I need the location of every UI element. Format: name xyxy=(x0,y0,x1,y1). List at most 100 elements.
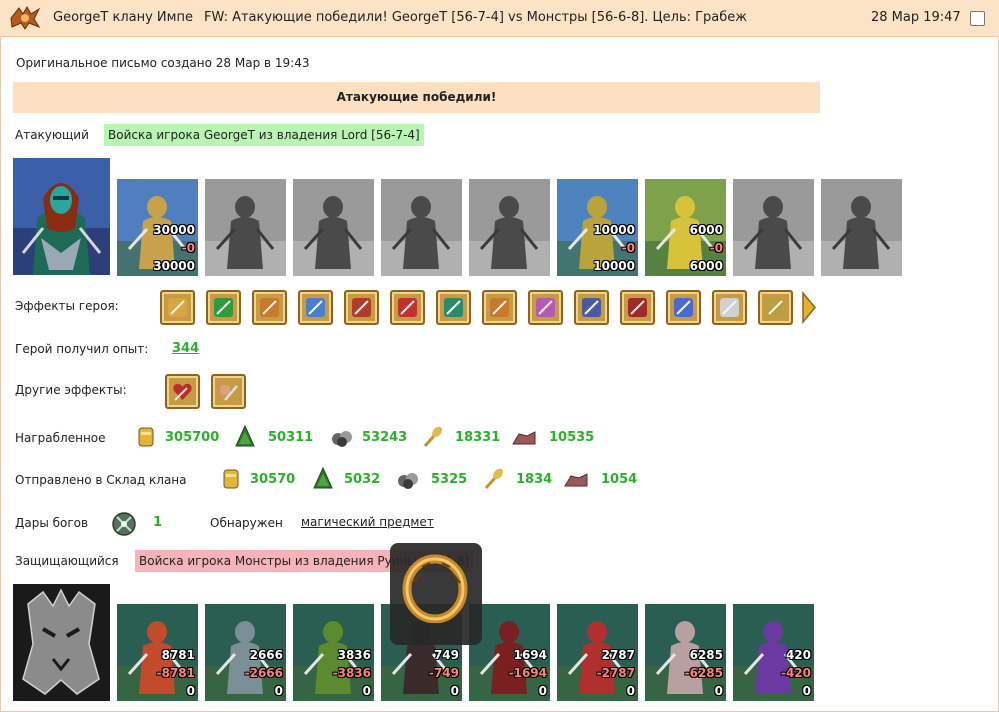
unit-remaining: 0 xyxy=(362,684,371,698)
unit-count: 3836 xyxy=(337,648,371,662)
castle-icon[interactable] xyxy=(344,290,379,325)
gods-gifts-value: 1 xyxy=(153,515,163,530)
heart-sword-icon[interactable] xyxy=(165,374,200,409)
message-time: 28 Мар 19:47 xyxy=(871,10,961,25)
unit-remaining: 0 xyxy=(450,684,459,698)
resource-value: 5032 xyxy=(344,472,381,487)
defender-unit-slot[interactable]: 6285 -6285 0 xyxy=(645,604,726,701)
fist-sword-icon[interactable] xyxy=(211,374,246,409)
attacker-unit-slot[interactable]: 6000 -0 6000 xyxy=(645,179,726,276)
message-header[interactable]: GeorgeT клану Импе FW: Атакующие победил… xyxy=(0,0,999,37)
wood-icon xyxy=(235,424,255,447)
ring-icon[interactable] xyxy=(666,290,701,325)
resource-value: 10535 xyxy=(549,430,595,445)
gold-icon xyxy=(223,469,239,489)
attacker-unit-slot[interactable] xyxy=(469,179,550,276)
unit-count: 420 xyxy=(785,648,811,662)
unit-count: 10000 xyxy=(593,223,635,237)
attacker-hero-portrait[interactable] xyxy=(13,158,110,275)
unit-remaining: 0 xyxy=(274,684,283,698)
gold-ring-icon xyxy=(402,554,468,623)
result-banner: Атакующие победили! xyxy=(13,82,820,113)
unit-remaining: 30000 xyxy=(153,259,195,273)
attacker-label: Атакующий xyxy=(15,128,89,142)
select-checkbox[interactable] xyxy=(970,11,985,26)
unit-loss: -8781 xyxy=(156,666,195,680)
attacker-unit-slot[interactable] xyxy=(205,179,286,276)
magic-hand-icon[interactable] xyxy=(298,290,333,325)
stone-icon xyxy=(564,473,588,487)
unit-count: 6000 xyxy=(689,223,723,237)
dice-icon[interactable] xyxy=(390,290,425,325)
unit-loss: -420 xyxy=(780,666,811,680)
amulet-icon[interactable] xyxy=(574,290,609,325)
unit-count: 6285 xyxy=(689,648,723,662)
scroll-right-arrow-icon[interactable] xyxy=(801,290,817,325)
attacker-unit-slot[interactable]: 30000 -0 30000 xyxy=(117,179,198,276)
ore-icon xyxy=(332,431,352,447)
unit-loss: -1694 xyxy=(508,666,547,680)
attacker-unit-slot[interactable] xyxy=(381,179,462,276)
message-subject[interactable]: FW: Атакующие победили! GeorgeT [56-7-4]… xyxy=(204,10,747,25)
hero-effects-label: Эффекты героя: xyxy=(15,299,119,313)
unit-remaining: 0 xyxy=(538,684,547,698)
unit-loss: -6285 xyxy=(684,666,723,680)
resource-value: 1054 xyxy=(601,472,638,487)
unit-count: 8781 xyxy=(161,648,195,662)
attacker-unit-slot[interactable] xyxy=(821,179,902,276)
attacker-army-tag[interactable]: Войска игрока GeorgeT из владения Lord [… xyxy=(104,124,424,146)
wheat-icon xyxy=(484,468,504,489)
experience-value-link[interactable]: 344 xyxy=(172,341,199,356)
defender-unit-slot[interactable]: 3836 -3836 0 xyxy=(293,604,374,701)
wizard-icon[interactable] xyxy=(528,290,563,325)
unit-loss: -0 xyxy=(621,241,635,255)
resource-value: 18331 xyxy=(455,430,501,445)
clan-crest-icon xyxy=(10,5,41,30)
unit-loss: -0 xyxy=(181,241,195,255)
crystal-icon xyxy=(112,512,136,536)
clan-store-label: Отправлено в Склад клана xyxy=(15,473,187,487)
handshake-sword-icon[interactable] xyxy=(252,290,287,325)
dagger-icon[interactable] xyxy=(758,290,793,325)
scroll-icon[interactable] xyxy=(712,290,747,325)
gods-gifts-label: Дары богов xyxy=(15,516,89,530)
item-tooltip xyxy=(390,543,482,645)
ore-icon xyxy=(398,473,418,489)
original-note: Оригинальное письмо создано 28 Мар в 19:… xyxy=(16,56,310,70)
unit-loss: -3836 xyxy=(332,666,371,680)
shield-icon[interactable] xyxy=(436,290,471,325)
attacker-unit-slot[interactable] xyxy=(293,179,374,276)
unit-count: 30000 xyxy=(153,223,195,237)
unit-count: 2666 xyxy=(249,648,283,662)
unit-loss: -2787 xyxy=(596,666,635,680)
unit-remaining: 6000 xyxy=(689,259,723,273)
defender-unit-slot[interactable]: 8781 -8781 0 xyxy=(117,604,198,701)
attacker-unit-slot[interactable] xyxy=(733,179,814,276)
stone-icon xyxy=(512,431,536,445)
magic-item-link[interactable]: магический предмет xyxy=(301,515,434,529)
defender-unit-slot[interactable]: 2666 -2666 0 xyxy=(205,604,286,701)
gold-bag-icon[interactable] xyxy=(160,290,195,325)
sender-name[interactable]: GeorgeT клану Импе xyxy=(53,10,193,25)
unit-loss: -2666 xyxy=(244,666,283,680)
experience-label: Герой получил опыт: xyxy=(15,342,149,356)
loot-label: Награбленное xyxy=(15,431,106,445)
other-effects-label: Другие эффекты: xyxy=(15,383,127,397)
defender-unit-slot[interactable]: 2787 -2787 0 xyxy=(557,604,638,701)
resource-value: 305700 xyxy=(165,430,220,445)
attacker-unit-slot[interactable]: 10000 -0 10000 xyxy=(557,179,638,276)
resource-value: 5325 xyxy=(431,472,468,487)
defender-unit-slot[interactable]: 420 -420 0 xyxy=(733,604,814,701)
resource-value: 50311 xyxy=(268,430,314,445)
unit-loss: -0 xyxy=(709,241,723,255)
defender-label: Защищающийся xyxy=(15,554,119,568)
defender-hero-portrait[interactable] xyxy=(13,584,110,701)
unit-remaining: 0 xyxy=(186,684,195,698)
demon-mask-icon[interactable] xyxy=(620,290,655,325)
unit-count: 2787 xyxy=(601,648,635,662)
unit-loss: -749 xyxy=(428,666,459,680)
wood-icon xyxy=(313,466,333,489)
handshake-shield-icon[interactable] xyxy=(482,290,517,325)
sword-icon[interactable] xyxy=(206,290,241,325)
wheat-icon xyxy=(423,426,443,447)
